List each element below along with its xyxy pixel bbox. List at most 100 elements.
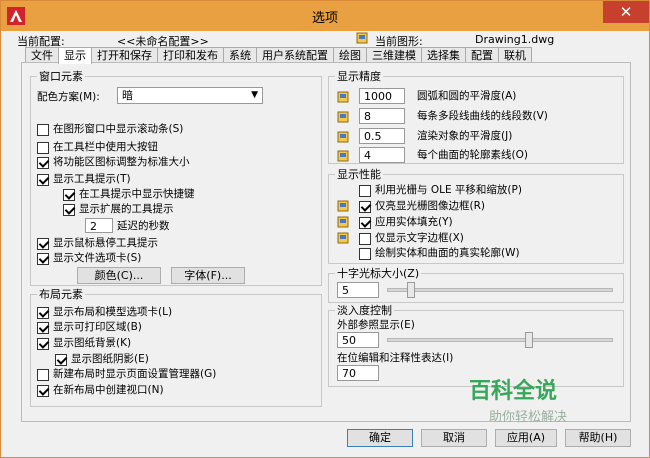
- option-label: 显示可打印区域(B): [53, 321, 142, 333]
- option-label: 显示文件选项卡(S): [53, 252, 142, 264]
- true-silhouettes-option[interactable]: 绘制实体和曲面的真实轮廓(W): [359, 247, 520, 260]
- xref-slider-thumb[interactable]: [525, 332, 533, 348]
- tab-user-preferences[interactable]: 用户系统配置: [256, 47, 334, 63]
- chevron-down-icon: ▼: [251, 90, 258, 100]
- checkbox[interactable]: [37, 368, 49, 381]
- drawing-setting-icon: [337, 232, 349, 244]
- title-bar: 选项 ✕: [1, 1, 649, 31]
- drawing-setting-icon: [337, 111, 349, 123]
- fade-control-title: 淡入度控制: [335, 304, 394, 317]
- colors-button[interactable]: 颜色(C)...: [77, 267, 161, 284]
- checkbox[interactable]: [37, 337, 49, 350]
- tab-selection[interactable]: 选择集: [421, 47, 466, 63]
- tab-open-save[interactable]: 打开和保存: [91, 47, 158, 63]
- rendered-smoothness-input[interactable]: 0.5: [359, 128, 405, 144]
- checkbox[interactable]: [55, 353, 67, 366]
- xref-fade-input[interactable]: 50: [337, 332, 379, 348]
- extended-tooltips-option[interactable]: 显示扩展的工具提示: [63, 203, 174, 216]
- xref-fade-slider[interactable]: [387, 338, 613, 342]
- layout-elements-group: 布局元素 显示布局和模型选项卡(L) 显示可打印区域(B) 显示图纸背景(K) …: [30, 288, 322, 407]
- text-boundary-option[interactable]: 仅显示文字边框(X): [359, 232, 464, 245]
- tooltip-shortcuts-option[interactable]: 在工具提示中显示快捷键: [63, 188, 195, 201]
- checkbox[interactable]: [359, 184, 371, 197]
- checkbox[interactable]: [359, 247, 371, 260]
- checkbox[interactable]: [37, 252, 49, 265]
- option-label: 将功能区图标调整为标准大小: [53, 156, 190, 168]
- checkbox[interactable]: [37, 321, 49, 334]
- close-button[interactable]: ✕: [603, 1, 649, 23]
- checkbox[interactable]: [63, 203, 75, 216]
- inplace-fade-input[interactable]: 70: [337, 365, 379, 381]
- option-label: 利用光栅与 OLE 平移和缩放(P): [375, 184, 522, 196]
- crosshair-size-input[interactable]: 5: [337, 282, 379, 298]
- checkbox[interactable]: [359, 232, 371, 245]
- checkbox[interactable]: [37, 306, 49, 319]
- display-tab-panel: 窗口元素 配色方案(M): 暗 ▼ 在图形窗口中显示滚动条(S) 在工具栏中使用…: [21, 62, 631, 422]
- option-label: 在工具栏中使用大按钮: [53, 141, 158, 153]
- crosshair-size-group: 十字光标大小(Z) 5: [328, 267, 624, 303]
- create-viewport-option[interactable]: 在新布局中创建视口(N): [37, 384, 164, 397]
- checkbox[interactable]: [37, 384, 49, 397]
- drawing-setting-icon: [337, 216, 349, 228]
- xref-display-label: 外部参照显示(E): [337, 319, 415, 331]
- checkbox[interactable]: [63, 188, 75, 201]
- large-buttons-option[interactable]: 在工具栏中使用大按钮: [37, 141, 158, 154]
- checkbox[interactable]: [37, 237, 49, 250]
- paper-shadow-option[interactable]: 显示图纸阴影(E): [55, 353, 149, 366]
- contour-lines-input[interactable]: 4: [359, 147, 405, 163]
- tab-profiles[interactable]: 配置: [465, 47, 499, 63]
- display-performance-group: 显示性能 利用光栅与 OLE 平移和缩放(P) 仅亮显光栅图像边框(R) 应用实…: [328, 168, 624, 264]
- crosshair-slider-thumb[interactable]: [407, 282, 415, 298]
- polyline-segments-label: 每条多段线曲线的线段数(V): [417, 110, 548, 122]
- page-setup-manager-option[interactable]: 新建布局时显示页面设置管理器(G): [37, 368, 216, 381]
- checkbox[interactable]: [37, 156, 49, 169]
- tab-plot-publish[interactable]: 打印和发布: [157, 47, 224, 63]
- arc-smoothness-label: 圆弧和圆的平滑度(A): [417, 90, 517, 102]
- option-label: 应用实体填充(Y): [375, 216, 453, 228]
- highlight-raster-frame-option[interactable]: 仅亮显光栅图像边框(R): [359, 200, 485, 213]
- cancel-button[interactable]: 取消: [421, 429, 487, 447]
- pan-zoom-raster-option[interactable]: 利用光栅与 OLE 平移和缩放(P): [359, 184, 522, 197]
- checkbox[interactable]: [37, 141, 49, 154]
- printable-area-option[interactable]: 显示可打印区域(B): [37, 321, 142, 334]
- fonts-button[interactable]: 字体(F)...: [171, 267, 245, 284]
- option-label: 仅亮显光栅图像边框(R): [375, 200, 485, 212]
- crosshair-size-slider[interactable]: [387, 288, 613, 292]
- tab-3d-modeling[interactable]: 三维建模: [366, 47, 422, 63]
- tab-files[interactable]: 文件: [25, 47, 59, 63]
- drawing-setting-icon: [337, 200, 349, 212]
- option-label: 显示工具提示(T): [53, 173, 131, 185]
- checkbox[interactable]: [359, 216, 371, 229]
- checkbox[interactable]: [359, 200, 371, 213]
- option-label: 显示图纸阴影(E): [71, 353, 149, 365]
- display-resolution-group: 显示精度 1000 圆弧和圆的平滑度(A) 8 每条多段线曲线的线段数(V) 0…: [328, 70, 624, 164]
- show-tooltips-option[interactable]: 显示工具提示(T): [37, 173, 131, 186]
- apply-button[interactable]: 应用(A): [495, 429, 557, 447]
- checkbox[interactable]: [37, 173, 49, 186]
- option-label: 在工具提示中显示快捷键: [79, 188, 195, 200]
- layout-model-tabs-option[interactable]: 显示布局和模型选项卡(L): [37, 306, 172, 319]
- color-scheme-select[interactable]: 暗 ▼: [117, 87, 263, 104]
- color-scheme-value: 暗: [122, 89, 133, 102]
- paper-background-option[interactable]: 显示图纸背景(K): [37, 337, 131, 350]
- watermark-title: 百科全说: [469, 379, 558, 404]
- file-tabs-option[interactable]: 显示文件选项卡(S): [37, 252, 141, 265]
- tooltip-delay-input[interactable]: 2: [85, 218, 113, 233]
- arc-smoothness-input[interactable]: 1000: [359, 88, 405, 104]
- option-label: 在新布局中创建视口(N): [53, 384, 164, 396]
- ribbon-icons-option[interactable]: 将功能区图标调整为标准大小: [37, 156, 190, 169]
- option-label: 绘制实体和曲面的真实轮廓(W): [375, 247, 520, 259]
- tab-drafting[interactable]: 绘图: [333, 47, 367, 63]
- checkbox[interactable]: [37, 123, 49, 136]
- ok-button[interactable]: 确定: [347, 429, 413, 447]
- tab-display[interactable]: 显示: [58, 47, 92, 64]
- inplace-edit-label: 在位编辑和注释性表达(I): [337, 352, 454, 364]
- solid-fill-option[interactable]: 应用实体填充(Y): [359, 216, 453, 229]
- rollover-tooltips-option[interactable]: 显示鼠标悬停工具提示: [37, 237, 158, 250]
- show-scrollbars-option[interactable]: 在图形窗口中显示滚动条(S): [37, 123, 183, 136]
- polyline-segments-input[interactable]: 8: [359, 108, 405, 124]
- tab-system[interactable]: 系统: [223, 47, 257, 63]
- tab-online[interactable]: 联机: [498, 47, 532, 63]
- rendered-smoothness-label: 渲染对象的平滑度(J): [417, 130, 513, 142]
- help-button[interactable]: 帮助(H): [565, 429, 631, 447]
